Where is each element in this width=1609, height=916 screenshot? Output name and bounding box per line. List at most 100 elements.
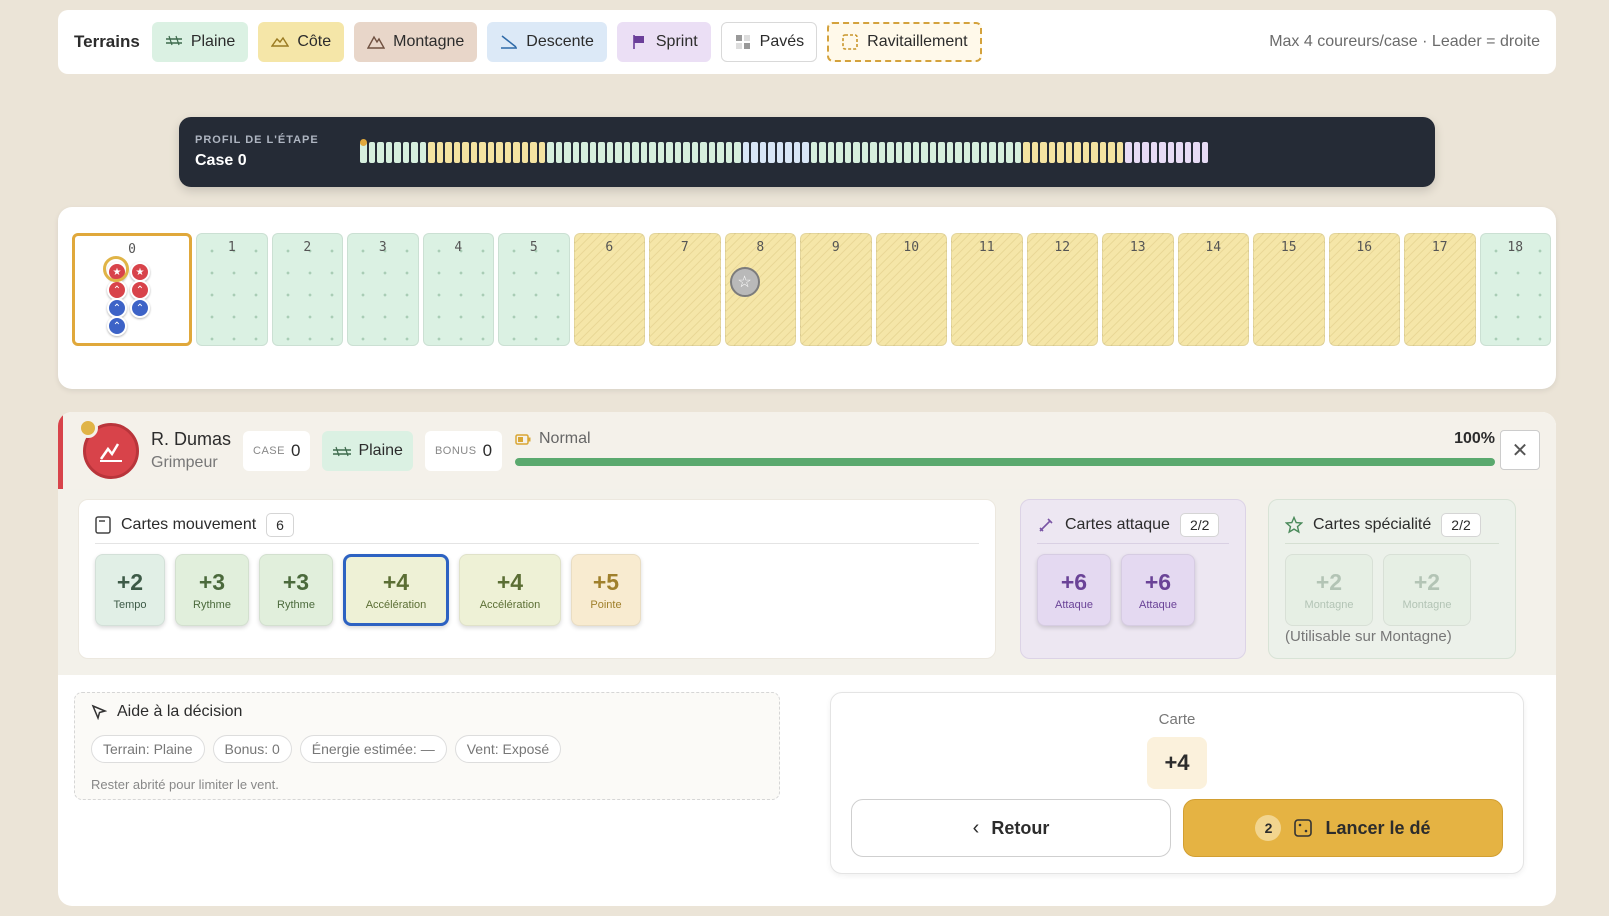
profile-segment[interactable] xyxy=(521,141,528,163)
back-button[interactable]: ‹ Retour xyxy=(851,799,1171,857)
track-cell-16[interactable]: 16 xyxy=(1328,233,1400,346)
roll-dice-button[interactable]: 2 Lancer le dé xyxy=(1183,799,1503,857)
track-cell-5[interactable]: 5 xyxy=(498,233,570,346)
legend-chip-5[interactable]: Pavés xyxy=(720,22,818,62)
track-cell-1[interactable]: 1 xyxy=(196,233,268,346)
track-cell-15[interactable]: 15 xyxy=(1253,233,1325,346)
rider-pawn-icon[interactable]: ★ xyxy=(130,262,150,282)
profile-segment[interactable] xyxy=(1065,141,1072,163)
profile-segment[interactable] xyxy=(853,141,860,163)
profile-segment[interactable] xyxy=(513,141,520,163)
track-cell-9[interactable]: 9 xyxy=(800,233,872,346)
profile-segment[interactable] xyxy=(972,141,979,163)
profile-segment[interactable] xyxy=(470,141,477,163)
profile-segment[interactable] xyxy=(1040,141,1047,163)
profile-segment[interactable] xyxy=(402,141,409,163)
profile-segment[interactable] xyxy=(819,141,826,163)
profile-segment[interactable] xyxy=(581,141,588,163)
profile-segment[interactable] xyxy=(385,141,392,163)
profile-segment[interactable] xyxy=(878,141,885,163)
track-cell-13[interactable]: 13 xyxy=(1102,233,1174,346)
profile-segment[interactable] xyxy=(555,141,562,163)
track-cell-7[interactable]: 7 xyxy=(649,233,721,346)
movement-card[interactable]: +3 Rythme xyxy=(175,554,249,626)
profile-bar[interactable] xyxy=(360,138,1208,163)
track-cell-3[interactable]: 3 xyxy=(347,233,419,346)
track-cell-18[interactable]: 18 xyxy=(1479,233,1551,346)
profile-segment[interactable] xyxy=(1142,141,1149,163)
profile-segment[interactable] xyxy=(963,141,970,163)
profile-segment[interactable] xyxy=(810,141,817,163)
profile-segment[interactable] xyxy=(1133,141,1140,163)
profile-segment[interactable] xyxy=(895,141,902,163)
profile-segment[interactable] xyxy=(1031,141,1038,163)
profile-segment[interactable] xyxy=(1099,141,1106,163)
profile-segment[interactable] xyxy=(657,141,664,163)
profile-segment[interactable] xyxy=(530,141,537,163)
profile-segment[interactable] xyxy=(572,141,579,163)
profile-segment[interactable] xyxy=(980,141,987,163)
track-cell-14[interactable]: 14 xyxy=(1177,233,1249,346)
track-cell-12[interactable]: 12 xyxy=(1026,233,1098,346)
track-cell-4[interactable]: 4 xyxy=(422,233,494,346)
profile-segment[interactable] xyxy=(759,141,766,163)
attack-card[interactable]: +6 Attaque xyxy=(1121,554,1195,626)
rider-pawn-icon[interactable]: ⌃ xyxy=(130,298,150,318)
profile-segment[interactable] xyxy=(547,141,554,163)
profile-segment[interactable] xyxy=(870,141,877,163)
profile-segment[interactable] xyxy=(802,141,809,163)
track-cell-10[interactable]: 10 xyxy=(875,233,947,346)
profile-segment[interactable] xyxy=(428,141,435,163)
profile-segment[interactable] xyxy=(649,141,656,163)
legend-chip-1[interactable]: Côte xyxy=(258,22,345,62)
profile-segment[interactable] xyxy=(742,141,749,163)
profile-segment[interactable] xyxy=(827,141,834,163)
profile-segment[interactable] xyxy=(1125,141,1132,163)
profile-segment[interactable] xyxy=(861,141,868,163)
profile-segment[interactable] xyxy=(640,141,647,163)
profile-segment[interactable] xyxy=(606,141,613,163)
profile-segment[interactable] xyxy=(436,141,443,163)
profile-segment[interactable] xyxy=(1082,141,1089,163)
track-cell-17[interactable]: 17 xyxy=(1404,233,1476,346)
profile-segment[interactable] xyxy=(997,141,1004,163)
rider-pawn-icon[interactable]: ⌃ xyxy=(130,280,150,300)
profile-segment[interactable] xyxy=(717,141,724,163)
profile-segment[interactable] xyxy=(496,141,503,163)
profile-segment[interactable] xyxy=(394,141,401,163)
profile-segment[interactable] xyxy=(1074,141,1081,163)
profile-segment[interactable] xyxy=(946,141,953,163)
profile-segment[interactable] xyxy=(368,141,375,163)
profile-segment[interactable] xyxy=(1167,141,1174,163)
profile-segment[interactable] xyxy=(1159,141,1166,163)
rider-pawn-icon[interactable]: ⌃ xyxy=(107,280,127,300)
legend-chip-4[interactable]: Sprint xyxy=(616,22,711,62)
profile-segment[interactable] xyxy=(1014,141,1021,163)
legend-chip-3[interactable]: Descente xyxy=(487,22,607,62)
profile-segment[interactable] xyxy=(785,141,792,163)
profile-segment[interactable] xyxy=(632,141,639,163)
profile-segment[interactable] xyxy=(708,141,715,163)
profile-segment[interactable] xyxy=(844,141,851,163)
legend-chip-6[interactable]: Ravitaillement xyxy=(827,22,982,62)
profile-segment[interactable] xyxy=(989,141,996,163)
profile-segment[interactable] xyxy=(691,141,698,163)
profile-segment[interactable] xyxy=(912,141,919,163)
profile-segment[interactable] xyxy=(1048,141,1055,163)
profile-segment[interactable] xyxy=(419,141,426,163)
profile-segment[interactable] xyxy=(504,141,511,163)
track-cell-8[interactable]: 8 ☆ xyxy=(724,233,796,346)
movement-card[interactable]: +3 Rythme xyxy=(259,554,333,626)
profile-segment[interactable] xyxy=(725,141,732,163)
profile-segment[interactable] xyxy=(462,141,469,163)
special-card[interactable]: +2 Montagne xyxy=(1285,554,1373,626)
track-cell-11[interactable]: 11 xyxy=(951,233,1023,346)
profile-segment[interactable] xyxy=(1116,141,1123,163)
close-button[interactable]: ✕ xyxy=(1500,430,1540,470)
profile-segment[interactable] xyxy=(1108,141,1115,163)
profile-segment[interactable] xyxy=(751,141,758,163)
attack-card[interactable]: +6 Attaque xyxy=(1037,554,1111,626)
profile-segment[interactable] xyxy=(1184,141,1191,163)
movement-card[interactable]: +5 Pointe xyxy=(571,554,641,626)
profile-segment[interactable] xyxy=(700,141,707,163)
